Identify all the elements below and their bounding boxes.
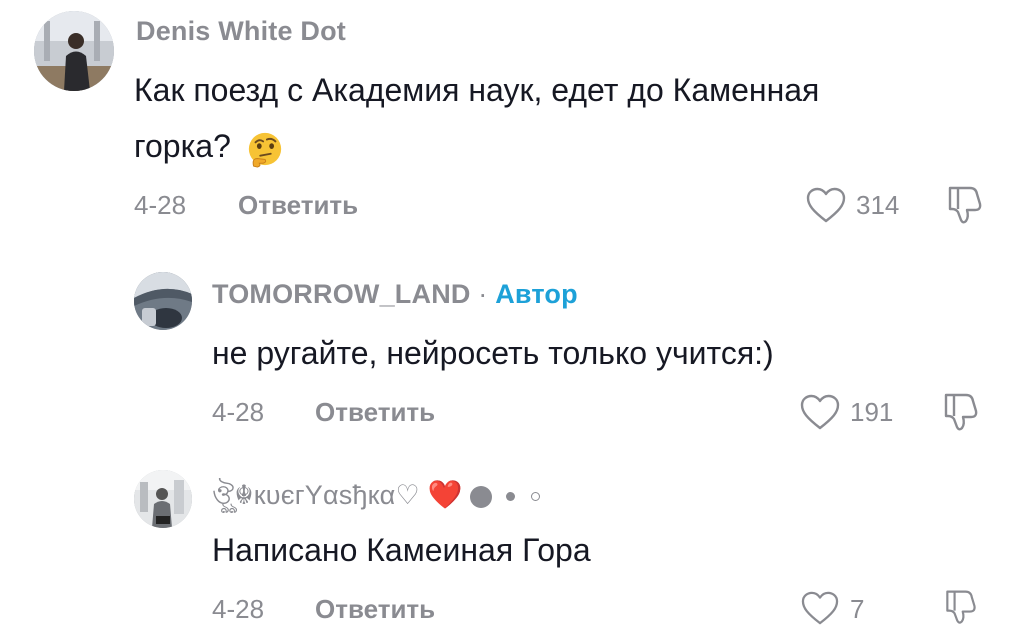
comment-date: 4-28	[212, 397, 265, 427]
heart-outline-icon	[800, 394, 840, 430]
avatar-photo	[34, 11, 114, 91]
reply-button[interactable]: Ответить	[315, 397, 435, 428]
like-button[interactable]	[799, 393, 841, 431]
avatar[interactable]	[134, 272, 192, 330]
avatar[interactable]	[34, 11, 114, 91]
comment-username: ঔৣ☬кυєгYαѕђкα♡ ❤️	[212, 475, 540, 520]
thumbs-down-icon	[944, 393, 978, 431]
like-count: 314	[856, 190, 900, 220]
dislike-button[interactable]	[940, 391, 980, 433]
separator-dot: ·	[478, 279, 488, 309]
avatar-photo	[134, 272, 192, 330]
comment-text-line2: горка?	[134, 128, 231, 164]
dislike-button[interactable]	[940, 588, 980, 626]
comment-text: Как поезд с Академия наук, едет до Камен…	[134, 64, 819, 116]
author-badge: Автор	[495, 279, 578, 309]
comment-date: 4-28	[212, 594, 265, 624]
comment-username: TOMORROW_LAND · Автор	[212, 279, 578, 310]
avatar-photo	[134, 470, 192, 528]
reply-button[interactable]: Ответить	[238, 190, 358, 221]
comment-text: не ругайте, нейросеть только учится:)	[212, 335, 774, 371]
like-count: 191	[850, 397, 894, 427]
heart-outline-icon	[801, 591, 839, 625]
ring-icon	[530, 492, 540, 502]
like-count: 7	[850, 594, 865, 624]
red-heart-icon: ❤️	[427, 479, 463, 510]
username-text[interactable]: ঔৣ☬кυєгYαѕђкα♡	[212, 480, 420, 510]
dot-icon	[506, 492, 516, 502]
dot-icon	[470, 485, 493, 508]
comment-username[interactable]: Denis White Dot	[136, 16, 346, 47]
heart-outline-icon	[806, 187, 846, 223]
comment-date: 4-28	[134, 190, 187, 220]
dislike-button[interactable]	[944, 184, 984, 226]
like-button[interactable]	[805, 186, 847, 224]
avatar[interactable]	[134, 470, 192, 528]
comment-text: горка?	[134, 120, 284, 172]
thumbs-down-icon	[946, 590, 976, 624]
comment-text: Написано Камеиная Гора	[212, 532, 591, 568]
thumbs-down-icon	[948, 186, 982, 224]
comment-text-line1: Как поезд с Академия наук, едет до Камен…	[134, 72, 820, 108]
thinking-face-icon	[248, 132, 281, 168]
reply-button[interactable]: Ответить	[315, 594, 435, 625]
username-text[interactable]: TOMORROW_LAND	[212, 279, 471, 309]
like-button[interactable]	[799, 590, 841, 626]
